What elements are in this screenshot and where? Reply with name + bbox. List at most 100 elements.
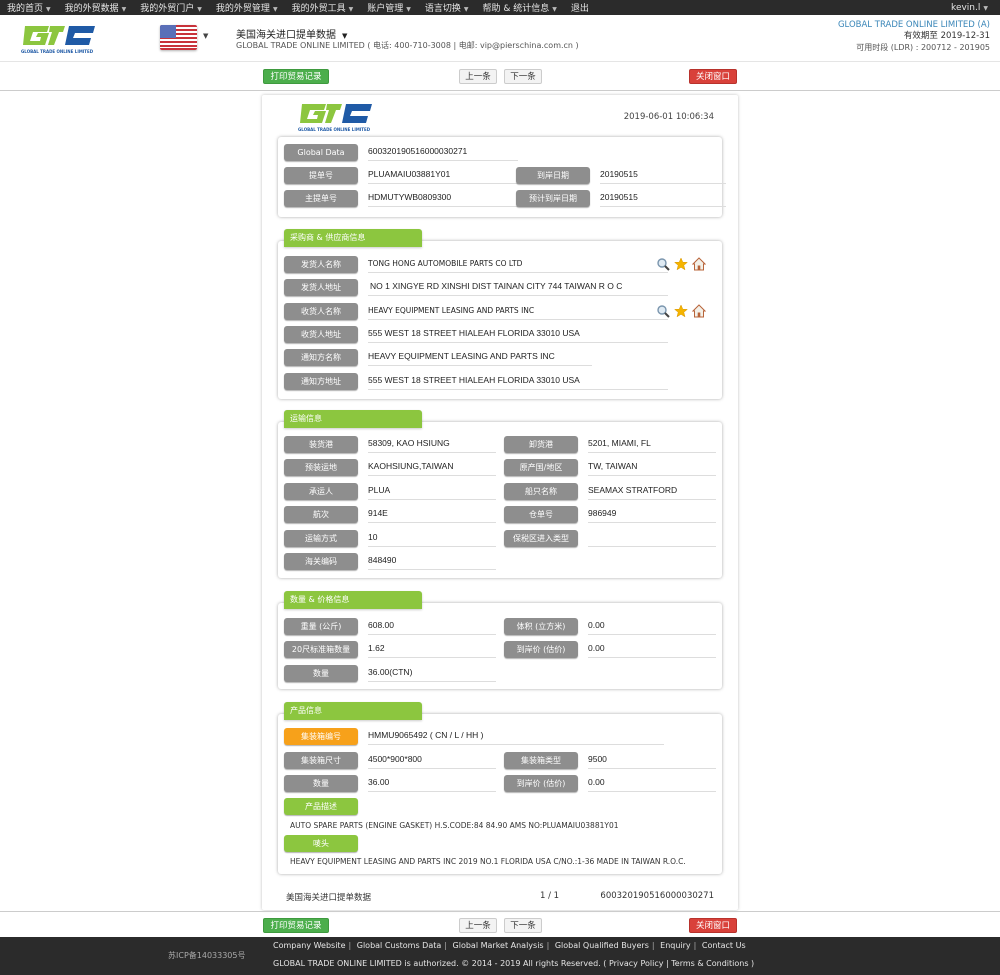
next-button[interactable]: 下一条 [504,69,542,84]
us-flag-icon[interactable] [160,25,197,50]
footer-link-global-customs-data[interactable]: Global Customs Data [357,941,442,950]
footer-link-enquiry[interactable]: Enquiry [660,941,691,950]
database-selector[interactable]: 美国海关进口提单数据 ▼ [236,26,347,41]
field-row: 集装箱尺寸 4500*900*800 [284,752,496,769]
privacy-policy-link[interactable]: Privacy Policy [609,959,664,968]
field-value: 555 WEST 18 STREET HIALEAH FLORIDA 33010… [368,326,668,343]
search-icon[interactable] [656,304,670,318]
panel-title: 数量 & 价格信息 [284,591,422,609]
footer-link-global-market-analysis[interactable]: Global Market Analysis [453,941,544,950]
field-label: 到岸价 (估价) [504,641,578,659]
field-label: 通知方地址 [284,372,358,390]
caret-down-icon: ▼ [983,4,988,12]
field-value: 848490 [368,553,496,570]
footer-link-global-qualified-buyers[interactable]: Global Qualified Buyers [555,941,649,950]
field-label: 原产国/地区 [504,459,578,477]
gto-logo[interactable]: GLOBAL TRADE ONLINE LIMITED [19,23,99,55]
field-value: 36.00 [368,775,496,793]
field-label: 船只名称 [504,482,578,500]
previous-button[interactable]: 上一条 [459,918,497,933]
field-row: 承运人 PLUA [284,482,496,500]
field-row: 保税区进入类型 [504,529,716,547]
field-value: 4500*900*800 [368,752,496,769]
nav-trade-portal[interactable]: 我的外贸门户 ▼ [133,1,209,14]
terms-link[interactable]: Terms & Conditions [671,959,748,968]
field-value: HEAVY EQUIPMENT LEASING AND PARTS INC [368,303,668,320]
top-nav: 我的首页 ▼ 我的外贸数据 ▼ 我的外贸门户 ▼ 我的外贸管理 ▼ 我的外贸工具 ▼ 账户… [0,0,1000,15]
field-row: 到岸价 (估价) 0.00 [504,775,716,793]
user-menu[interactable]: kevin.l ▼ [944,3,1000,13]
separator: | [693,941,697,950]
next-button[interactable]: 下一条 [504,918,542,933]
field-value: KAOHSIUNG,TAIWAN [368,459,496,477]
field-value: PLUA [368,483,496,500]
gto-logo: GLOBAL TRADE ONLINE LIMITED [298,104,372,132]
caret-down-icon: ▼ [463,6,469,13]
field-label: 20尺标准箱数量 [284,641,358,659]
nav-label: 我的外贸工具 [291,4,346,14]
separator: | [348,941,352,950]
field-value: SEAMAX STRATFORD [588,483,716,500]
panel-title: 运输信息 [284,410,422,428]
field-row: 航次 914E [284,506,496,524]
quantity-panel: 数量 & 价格信息 重量 (公斤) 608.00 体积 (立方米) 0.00 20尺标准… [278,591,722,689]
field-label: 重量 (公斤) [284,618,358,635]
previous-button[interactable]: 上一条 [459,69,497,84]
field-label: 发货人地址 [284,279,358,297]
field-label: 发货人名称 [284,256,358,273]
field-label: 通知方名称 [284,349,358,367]
bottom-toolbar: 打印贸易记录 上一条 下一条 关闭窗口 [0,911,1000,939]
caret-down-icon: ▼ [46,6,51,13]
caret-down-icon[interactable]: ▼ [203,32,208,40]
field-label: 产品描述 [284,798,358,815]
print-record-button[interactable]: 打印贸易记录 [263,69,329,84]
field-label: 集装箱类型 [504,752,578,769]
field-value: 986949 [588,506,716,524]
field-label: Global Data [284,144,358,161]
field-est-arrival-date: 预计到岸日期 20190515 [516,190,726,207]
product-panel: 产品信息 集装箱编号 HMMU9065492 ( CN / L / HH ) 集… [278,702,722,874]
icp-license: 苏ICP备14033305号 [168,951,246,960]
record-source: 美国海关进口提单数据 [286,893,372,903]
close-window-button[interactable]: 关闭窗口 [689,918,737,933]
field-value: 10 [368,530,496,547]
page-indicator: 1 / 1 [540,891,560,901]
footer-link-company-website[interactable]: Company Website [273,941,346,950]
field-bl-number: 提单号 PLUAMAIU03881Y01 [284,167,518,184]
nav-home[interactable]: 我的首页 ▼ [0,1,58,14]
home-icon[interactable] [691,257,707,271]
field-value: NO 1 XINGYE RD XINSHI DIST TAINAN CITY 7… [368,279,668,297]
copyright-text: GLOBAL TRADE ONLINE LIMITED is authorize… [273,959,601,968]
field-global-data: Global Data 600320190516000030271 [284,144,518,161]
print-record-button[interactable]: 打印贸易记录 [263,918,329,933]
field-label: 到岸价 (估价) [504,775,578,793]
valid-until: 有效期至 2019-12-31 [903,31,990,41]
footer-link-contact-us[interactable]: Contact Us [702,941,746,950]
field-label: 装货港 [284,436,358,453]
nav-account[interactable]: 账户管理 ▼ [360,1,418,14]
search-icon[interactable] [656,257,670,271]
field-value [588,530,716,547]
field-label: 运输方式 [284,529,358,547]
field-row: 集装箱类型 9500 [504,752,716,769]
close-window-button[interactable]: 关闭窗口 [689,69,737,84]
star-icon[interactable] [674,303,688,318]
nav-label: 我的外贸门户 [140,4,195,14]
nav-trade-data[interactable]: 我的外贸数据 ▼ [58,1,134,14]
nav-logout[interactable]: 退出 [564,1,596,14]
nav-trade-tools[interactable]: 我的外贸工具 ▼ [285,1,361,14]
field-value: 58309, KAO HSIUNG [368,436,496,453]
nav-language[interactable]: 语言切换 ▼ [418,1,476,14]
field-row: 装货港 58309, KAO HSIUNG [284,436,496,453]
field-label: 到岸日期 [516,167,590,184]
nav-trade-management[interactable]: 我的外贸管理 ▼ [209,1,285,14]
nav-help-stats[interactable]: 帮助 & 统计信息 ▼ [475,1,563,14]
product-description-label: 产品描述 [284,798,358,815]
parties-panel: 采购商 & 供应商信息 发货人名称 TONG HONG AUTOMOBILE PA… [278,229,722,399]
separator: | [546,941,550,950]
caret-down-icon: ▼ [348,6,354,13]
party-field-row: 发货人地址 NO 1 XINGYE RD XINSHI DIST TAINAN C… [284,279,714,297]
star-icon[interactable] [674,257,688,271]
home-icon[interactable] [691,303,707,318]
field-label: 体积 (立方米) [504,618,578,635]
